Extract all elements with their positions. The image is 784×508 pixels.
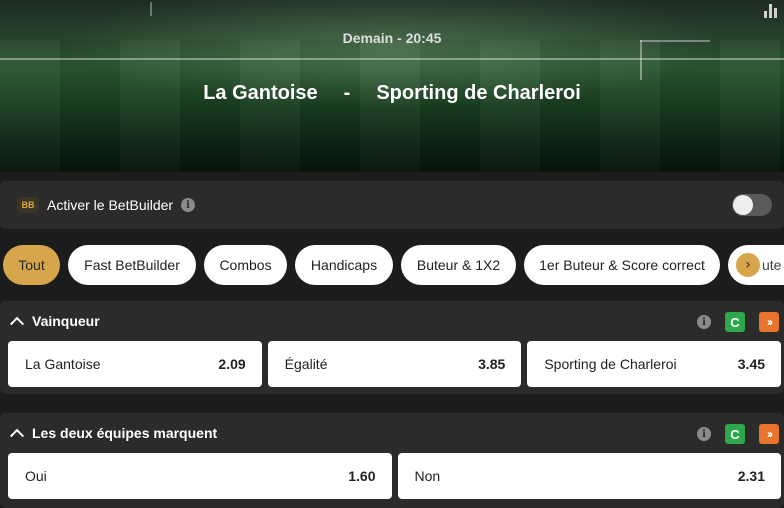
odd-price: 2.31 (737, 468, 765, 484)
odd-price: 3.45 (737, 356, 766, 372)
odd-button-no[interactable]: Non 2.31 (397, 453, 781, 499)
odd-button-away[interactable]: Sporting de Charleroi 3.45 (527, 341, 782, 387)
odd-button-yes[interactable]: Oui 1.60 (8, 453, 392, 499)
odd-price: 2.09 (218, 356, 246, 372)
match-teams: La Gantoise - Sporting de Charleroi (0, 82, 784, 105)
market-header[interactable]: Les deux équipes marquent i C ›› (0, 413, 784, 453)
filter-chip-combos[interactable]: Combos (204, 245, 287, 285)
market-header[interactable]: Vainqueur i C ›› (0, 301, 784, 341)
odd-label: Égalité (284, 356, 328, 372)
odd-button-draw[interactable]: Égalité 3.85 (267, 341, 522, 387)
betbuilder-toggle[interactable] (732, 194, 772, 216)
odd-label: Oui (25, 468, 47, 484)
filter-chip-premier-buteur[interactable]: 1er Buteur & Score correct (524, 245, 720, 285)
info-icon[interactable]: i (697, 315, 711, 329)
home-team: La Gantoise (203, 82, 318, 104)
filter-chip-overflow[interactable]: › ute (728, 245, 784, 285)
odds-row: Oui 1.60 Non 2.31 (0, 453, 784, 499)
info-icon[interactable]: i (181, 198, 196, 212)
cashout-icon[interactable]: C (725, 312, 745, 332)
filter-chip-buteur-1x2[interactable]: Buteur & 1X2 (401, 245, 516, 285)
odd-price: 3.85 (478, 356, 506, 372)
odds-row: La Gantoise 2.09 Égalité 3.85 Sporting d… (0, 341, 784, 387)
odd-label: Sporting de Charleroi (544, 356, 677, 372)
toggle-knob (733, 195, 753, 215)
betbuilder-badge: BB (17, 197, 39, 213)
match-datetime: Demain - 20:45 (342, 30, 442, 46)
market-filter-bar: Tout Fast BetBuilder Combos Handicaps Bu… (3, 245, 784, 285)
filter-chip-handicaps[interactable]: Handicaps (295, 245, 393, 285)
cashout-icon[interactable]: C (725, 424, 745, 444)
boost-icon[interactable]: ›› (759, 312, 779, 332)
market-vainqueur: Vainqueur i C ›› La Gantoise 2.09 Égalit… (0, 301, 784, 394)
market-both-teams-score: Les deux équipes marquent i C ›› Oui 1.6… (0, 413, 784, 508)
filter-chip-partial-label: ute (762, 257, 782, 273)
market-title: Les deux équipes marquent (32, 425, 218, 441)
info-icon[interactable]: i (697, 427, 711, 441)
chevron-up-icon[interactable] (10, 314, 24, 328)
odd-label: Non (414, 468, 441, 484)
chevron-right-icon[interactable]: › (736, 253, 760, 277)
away-team: Sporting de Charleroi (376, 82, 581, 104)
betbuilder-label: Activer le BetBuilder (47, 197, 174, 213)
betbuilder-bar: BB Activer le BetBuilder i (0, 181, 784, 229)
team-separator: - (343, 82, 351, 104)
boost-icon[interactable]: ›› (759, 424, 779, 444)
chevron-up-icon[interactable] (10, 426, 24, 440)
filter-chip-fast-betbuilder[interactable]: Fast BetBuilder (68, 245, 196, 285)
match-hero: Demain - 20:45 La Gantoise - Sporting de… (0, 0, 784, 172)
stats-icon[interactable] (764, 2, 778, 18)
odd-price: 1.60 (348, 468, 376, 484)
odd-label: La Gantoise (25, 356, 101, 372)
odd-button-home[interactable]: La Gantoise 2.09 (8, 341, 262, 387)
market-title: Vainqueur (32, 313, 100, 329)
filter-chip-tout[interactable]: Tout (3, 245, 60, 285)
